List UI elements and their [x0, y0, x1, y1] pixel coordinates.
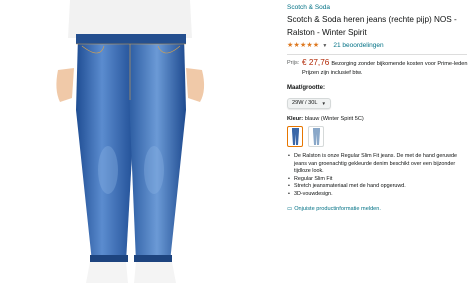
reviews-link[interactable]: 21 beoordelingen [333, 42, 383, 49]
size-selected: 29W / 30L [292, 100, 318, 106]
report-row: ▭ Onjuiste productinformatie melden. [287, 206, 472, 212]
star-rating-icon[interactable]: ★★★★★ [287, 41, 319, 50]
rating-row: ★★★★★ ▼ 21 beoordelingen [287, 41, 472, 50]
size-label: Maat/grootte: [287, 85, 325, 91]
brand-link[interactable]: Scotch & Soda [287, 3, 472, 12]
divider [287, 54, 467, 55]
chevron-down-icon[interactable]: ▼ [322, 43, 327, 49]
swatch-light-blue[interactable] [308, 126, 324, 147]
product-image[interactable] [30, 0, 230, 283]
list-item: De Ralston is onze Regular Slim Fit jean… [287, 153, 467, 176]
delivery-note: Bezorging zonder bijkomende kosten voor … [331, 61, 468, 67]
chevron-down-icon: ▼ [321, 100, 326, 106]
color-value: blauw (Winter Spirit 5C) [304, 116, 364, 122]
list-item: Regular Slim Fit [287, 176, 467, 184]
list-item: Stretch jeansmateriaal met de hand opger… [287, 183, 467, 191]
report-link[interactable]: Onjuiste productinformatie melden. [294, 206, 381, 212]
product-title: Scotch & Soda heren jeans (rechte pijp) … [287, 15, 457, 37]
jeans-thumbnail-icon [312, 128, 320, 145]
price-amount: € 27,76 [302, 58, 330, 67]
feature-bullets: De Ralston is onze Regular Slim Fit jean… [287, 153, 467, 199]
price-block: Prijs: € 27,76 Bezorging zonder bijkomend… [287, 58, 472, 77]
color-swatches [287, 126, 472, 147]
jeans-image [56, 0, 205, 283]
size-dropdown[interactable]: 29W / 30L ▼ [287, 97, 331, 109]
color-row: Kleur: blauw (Winter Spirit 5C) [287, 116, 472, 122]
list-item: 3D-vouwdesign. [287, 191, 467, 199]
color-label: Kleur: [287, 116, 304, 122]
jeans-thumbnail-icon [291, 128, 299, 145]
swatch-dark-blue[interactable] [287, 126, 303, 147]
vat-note: Prijzen zijn inclusief btw. [302, 70, 363, 76]
product-details: Scotch & Soda Scotch & Soda heren jeans … [287, 3, 472, 212]
price-label: Prijs: [287, 60, 300, 66]
chat-icon: ▭ [287, 205, 293, 212]
